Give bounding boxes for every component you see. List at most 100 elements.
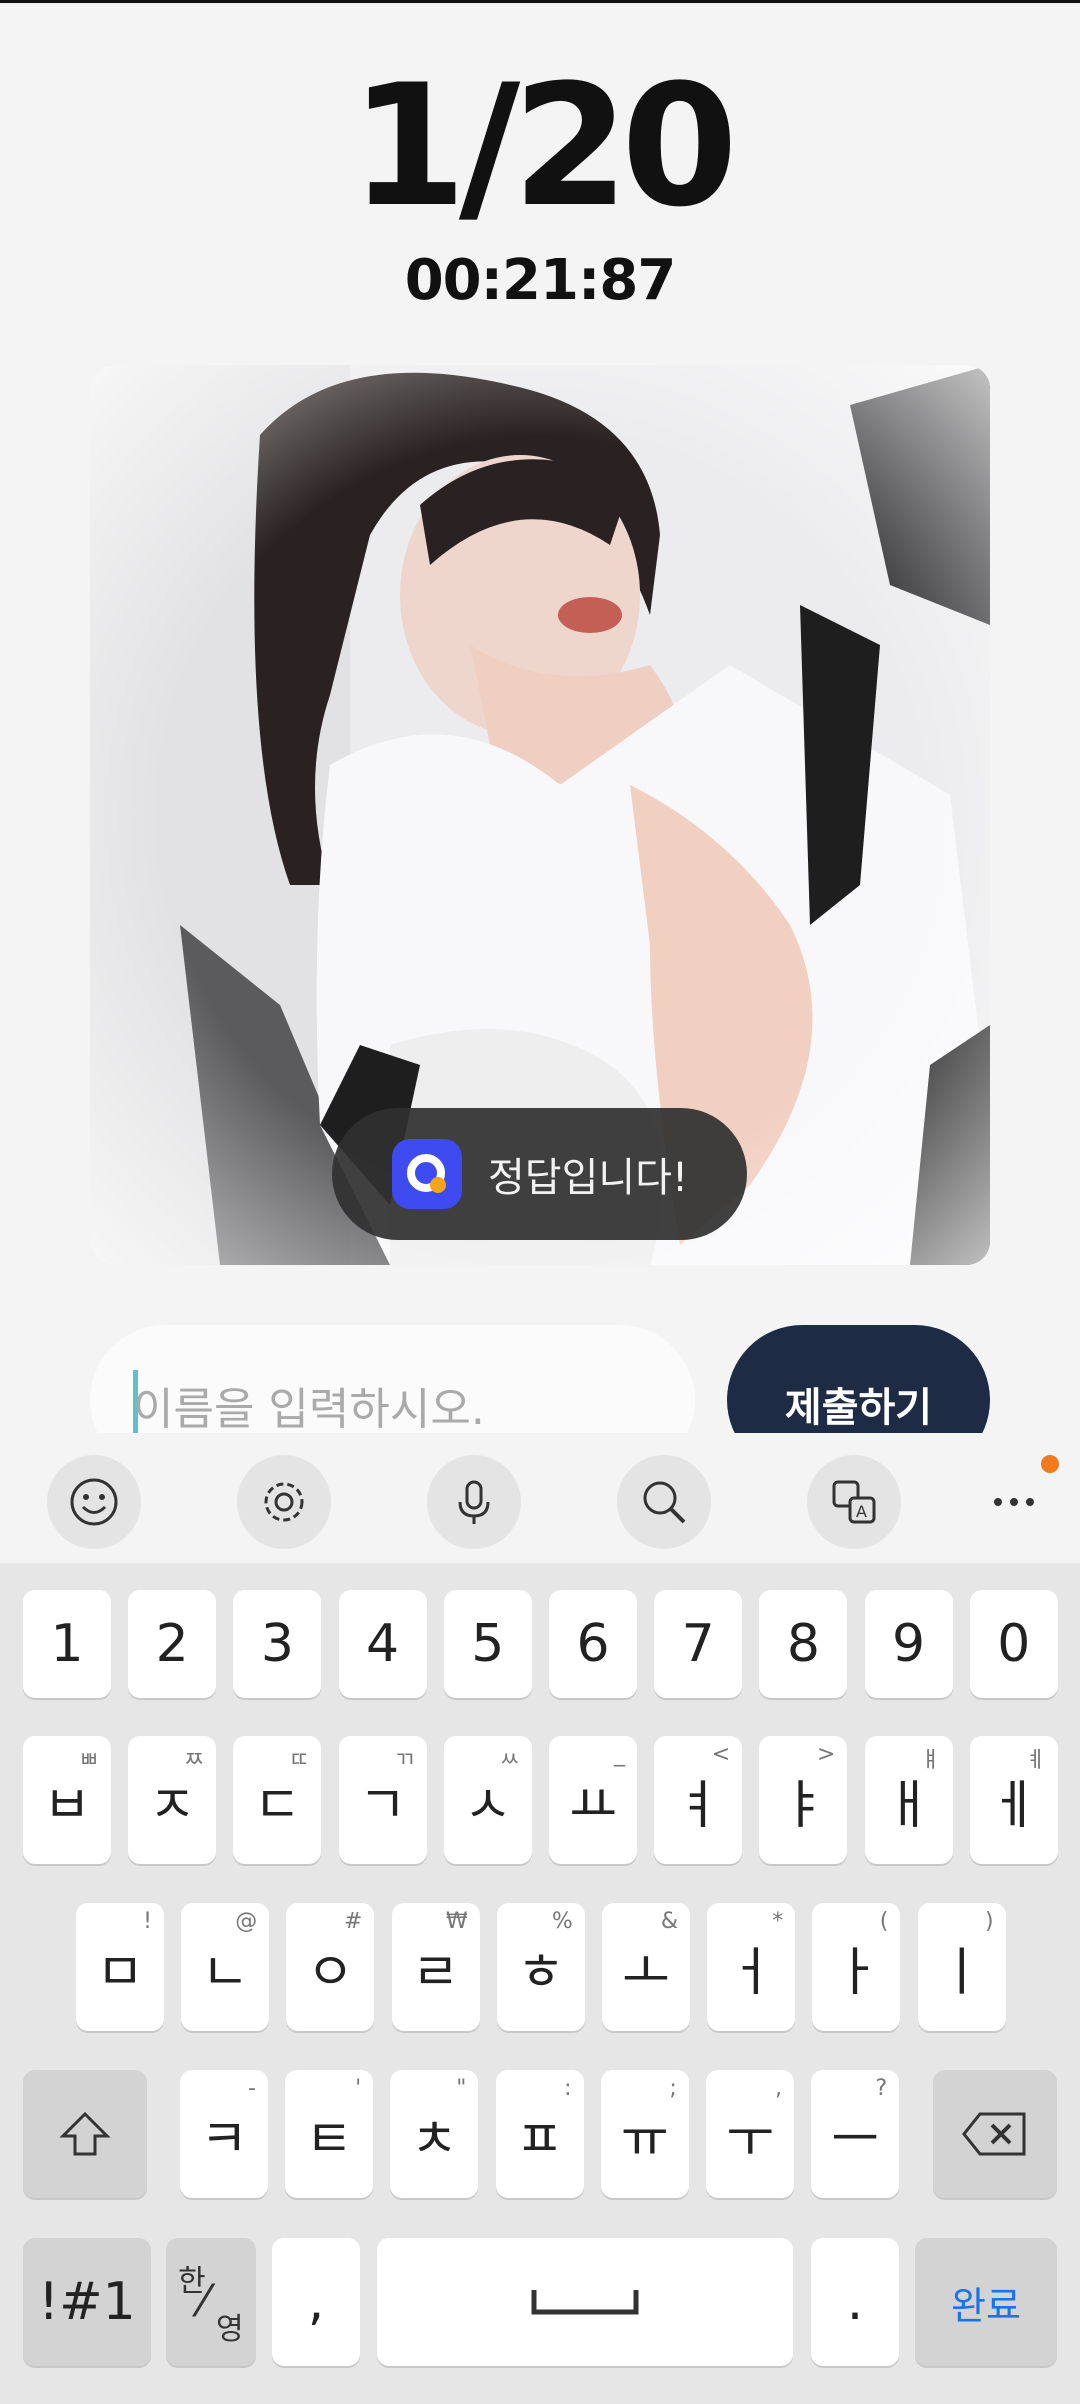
key-row3-6-label: ㅓ [727, 1942, 776, 2003]
key-row2-8[interactable]: ㅐㅒ [864, 1736, 953, 1864]
key-row2-5-label: ㅛ [569, 1775, 617, 1836]
notification-dot [1041, 1455, 1059, 1473]
key-row4-4[interactable]: ㅠ; [600, 2070, 689, 2198]
key-row4-0-label: ㅋ [200, 2109, 248, 2170]
key-row4-3[interactable]: ㅍ: [495, 2070, 584, 2198]
key-1[interactable]: 1 [23, 1590, 111, 1698]
key-row3-2-label: ㅇ [306, 1942, 355, 2003]
key-row3-4[interactable]: ㅎ% [496, 1903, 585, 2031]
key-4[interactable]: 4 [338, 1590, 427, 1698]
keyboard: A 1 2 3 4 5 6 7 8 9 0 ㅂㅃㅈㅉㄷㄸㄱㄲㅅㅆㅛ _ ㅕ < ㅑ > ㅐㅒㅔㅖㅁ! ㄴ @ ㅇ # ㄹ ₩… [0, 1433, 1080, 2404]
key-row4-5-label: ㅜ [726, 2109, 774, 2170]
microphone-icon[interactable] [427, 1455, 521, 1549]
space-icon [531, 2290, 639, 2315]
key-row2-7[interactable]: ㅑ > [759, 1736, 848, 1864]
key-row2-8-alt-label: ㅒ [920, 1748, 941, 1773]
key-row3-1-label: ㄴ [201, 1942, 250, 2003]
elapsed-timer: 00:21:87 [404, 248, 677, 313]
lang-bottom: 영 [216, 2312, 244, 2347]
key-row2-0-alt-label: ㅃ [78, 1748, 99, 1773]
lang-slash: ⁄ [200, 2276, 208, 2327]
key-row3-2[interactable]: ㅇ # [286, 1903, 375, 2031]
symbols-key[interactable]: !#1 [23, 2238, 151, 2366]
key-row3-8-alt-label: ) [985, 1909, 994, 1934]
key-row2-3[interactable]: ㄱㄲ [338, 1736, 427, 1864]
key-row3-0[interactable]: ㅁ! [76, 1903, 164, 2031]
key-row2-4[interactable]: ㅅㅆ [443, 1736, 532, 1864]
key-row4-3-label: ㅍ [515, 2109, 564, 2170]
key-5-label: 5 [471, 1614, 505, 1674]
correct-answer-toast: 정답입니다! [332, 1108, 747, 1240]
key-row4-0[interactable]: ㅋ- [180, 2070, 268, 2198]
backspace-key[interactable] [933, 2070, 1057, 2198]
shift-icon [59, 2111, 111, 2156]
done-key[interactable]: 완료 [915, 2238, 1057, 2366]
key-row2-9[interactable]: ㅔㅖ [969, 1736, 1058, 1864]
svg-text:A: A [856, 1502, 867, 1521]
key-row3-7-alt-label: ( [879, 1909, 889, 1934]
key-row2-9-alt-label: ㅖ [1025, 1748, 1046, 1773]
key-row3-8[interactable]: ㅣ) [917, 1903, 1006, 2031]
period-key[interactable]: . [811, 2238, 899, 2366]
key-row4-5-alt-label: , [775, 2076, 782, 2101]
key-row4-1-alt-label: ' [355, 2076, 362, 2101]
key-row2-2[interactable]: ㄷㄸ [233, 1736, 322, 1864]
keyboard-toolbar: A [0, 1433, 1080, 1563]
key-2[interactable]: 2 [128, 1590, 217, 1698]
comma-key-label: , [307, 2272, 325, 2332]
settings-icon[interactable] [237, 1455, 331, 1549]
key-row2-6[interactable]: ㅕ < [654, 1736, 743, 1864]
key-row3-3-alt-label: ₩ [445, 1909, 468, 1934]
key-row4-1[interactable]: ㅌ ' [285, 2070, 374, 2198]
key-row3-1[interactable]: ㄴ @ [181, 1903, 270, 2031]
key-row4-6[interactable]: ㅡ? [811, 2070, 900, 2198]
key-row3-6-alt-label: * [772, 1909, 784, 1934]
name-input-placeholder: 이름을 입력하시오. [133, 1384, 485, 1435]
key-row2-5[interactable]: ㅛ _ [549, 1736, 637, 1864]
key-row3-5[interactable]: ㅗ & [602, 1903, 690, 2031]
key-row2-1[interactable]: ㅈㅉ [128, 1736, 217, 1864]
key-9-label: 9 [892, 1614, 926, 1674]
key-0[interactable]: 0 [969, 1590, 1058, 1698]
period-key-label: . [846, 2272, 864, 2332]
key-row3-4-label: ㅎ [516, 1942, 565, 2003]
key-row3-7[interactable]: ㅏ( [812, 1903, 901, 2031]
key-4-label: 4 [366, 1614, 400, 1674]
language-key[interactable]: 한 ⁄ 영 [166, 2238, 256, 2366]
space-key[interactable] [377, 2238, 793, 2366]
key-row2-0[interactable]: ㅂㅃ [23, 1736, 111, 1864]
key-row3-0-label: ㅁ [96, 1942, 144, 2003]
comma-key[interactable]: , [272, 2238, 360, 2366]
key-3[interactable]: 3 [233, 1590, 322, 1698]
key-6[interactable]: 6 [549, 1590, 637, 1698]
key-row4-6-alt-label: ? [875, 2076, 888, 2101]
key-0-label: 0 [997, 1614, 1031, 1674]
key-row3-3[interactable]: ㄹ ₩ [391, 1903, 480, 2031]
key-row4-2-alt-label: " [456, 2076, 467, 2101]
emoji-icon[interactable] [47, 1455, 141, 1549]
key-row4-6-label: ㅡ [831, 2109, 880, 2170]
key-row3-8-label: ㅣ [937, 1942, 986, 2003]
key-5[interactable]: 5 [443, 1590, 532, 1698]
key-row4-4-label: ㅠ [620, 2109, 669, 2170]
key-row4-2[interactable]: ㅊ " [390, 2070, 479, 2198]
backspace-icon [962, 2112, 1026, 2156]
key-row2-2-alt-label: ㄸ [289, 1748, 310, 1773]
shift-key[interactable] [23, 2070, 147, 2198]
key-6-label: 6 [576, 1614, 610, 1674]
translate-icon[interactable]: A [807, 1455, 901, 1549]
answer-row: 이름을 입력하시오. 제출하기 [90, 1325, 990, 1475]
key-row3-3-label: ㄹ [411, 1942, 460, 2003]
key-row4-5[interactable]: ㅜ, [706, 2070, 794, 2198]
key-1-label: 1 [50, 1614, 84, 1674]
key-row4-2-label: ㅊ [410, 2109, 459, 2170]
q-app-icon [392, 1139, 462, 1209]
key-8[interactable]: 8 [759, 1590, 848, 1698]
key-row3-6[interactable]: ㅓ * [707, 1903, 796, 2031]
key-9[interactable]: 9 [864, 1590, 953, 1698]
key-7[interactable]: 7 [654, 1590, 743, 1698]
search-icon[interactable] [617, 1455, 711, 1549]
key-8-label: 8 [786, 1614, 820, 1674]
key-row2-6-alt-label: < [711, 1742, 731, 1767]
key-row3-4-alt-label: % [551, 1909, 573, 1934]
